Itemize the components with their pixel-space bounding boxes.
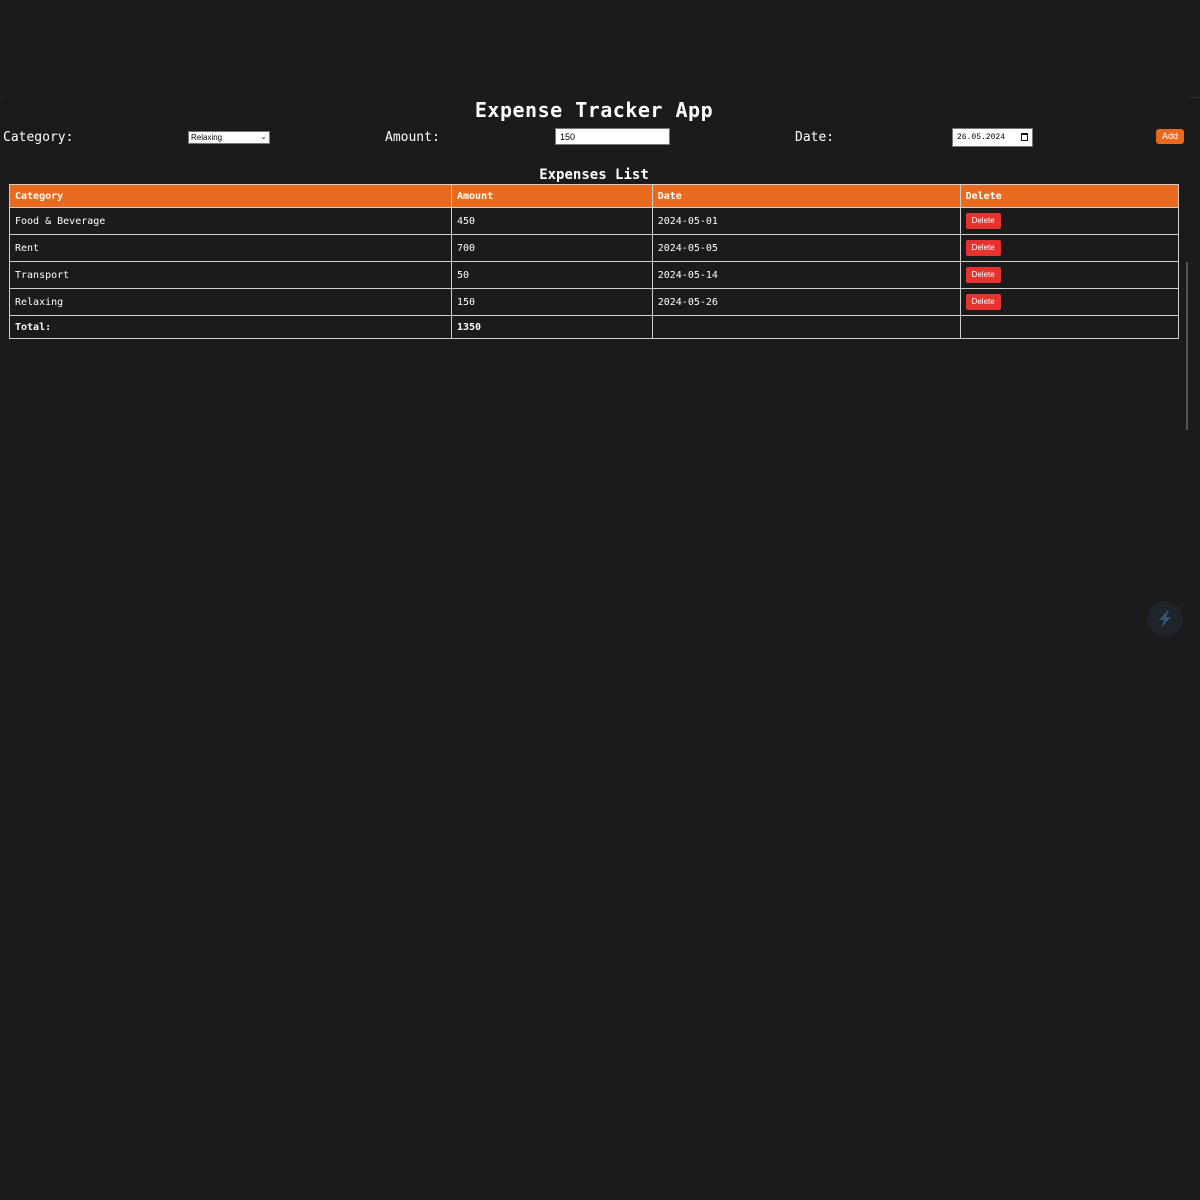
scrollbar[interactable] — [1186, 262, 1188, 430]
row-category: Relaxing — [9, 288, 452, 316]
table-row: Rent 700 2024-05-05 Delete — [9, 234, 1180, 262]
delete-button[interactable]: Delete — [965, 240, 1001, 256]
total-label: Total: — [9, 315, 452, 339]
total-empty-date — [651, 315, 961, 339]
amount-label: Amount: — [385, 130, 440, 145]
delete-button[interactable]: Delete — [965, 267, 1001, 283]
table-row: Relaxing 150 2024-05-26 Delete — [9, 288, 1180, 316]
row-category: Transport — [9, 261, 452, 289]
total-empty-delete — [959, 315, 1180, 339]
row-delete-cell: Delete — [959, 234, 1180, 262]
floating-action-button[interactable] — [1147, 601, 1183, 637]
row-date: 2024-05-01 — [651, 207, 961, 235]
lightning-bolt-icon — [1159, 610, 1171, 628]
expenses-table: Category Amount Date Delete Food & Bever… — [9, 184, 1180, 339]
amount-input[interactable]: 150 — [555, 128, 670, 145]
delete-button[interactable]: Delete — [965, 213, 1001, 229]
row-category: Rent — [9, 234, 452, 262]
add-button[interactable]: Add — [1156, 129, 1184, 144]
header-date: Date — [651, 184, 961, 208]
table-row: Transport 50 2024-05-14 Delete — [9, 261, 1180, 289]
expense-form: Category: Relaxing ⌄ Amount: 150 Date: 2… — [0, 128, 1200, 148]
delete-button[interactable]: Delete — [965, 294, 1001, 310]
page-title: Expense Tracker App — [474, 98, 714, 122]
date-input-value: 26.05.2024 — [957, 133, 1006, 142]
header-category: Category — [9, 184, 452, 208]
total-value: 1350 — [451, 315, 653, 339]
expenses-list-title: Expenses List — [539, 167, 649, 183]
date-input[interactable]: 26.05.2024 — [952, 128, 1033, 147]
category-label: Category: — [3, 130, 74, 145]
row-amount: 50 — [451, 261, 653, 289]
category-select[interactable]: Relaxing ⌄ — [188, 131, 270, 144]
header-delete: Delete — [959, 184, 1180, 208]
total-row: Total: 1350 — [9, 315, 1180, 339]
row-delete-cell: Delete — [959, 261, 1180, 289]
row-category: Food & Beverage — [9, 207, 452, 235]
table-header-row: Category Amount Date Delete — [9, 184, 1180, 208]
row-delete-cell: Delete — [959, 288, 1180, 316]
row-date: 2024-05-05 — [651, 234, 961, 262]
header-amount: Amount — [451, 184, 653, 208]
calendar-icon[interactable] — [1021, 133, 1028, 141]
row-amount: 150 — [451, 288, 653, 316]
date-label: Date: — [795, 130, 835, 145]
category-select-value: Relaxing — [191, 133, 223, 142]
row-date: 2024-05-14 — [651, 261, 961, 289]
row-amount: 450 — [451, 207, 653, 235]
row-date: 2024-05-26 — [651, 288, 961, 316]
chevron-down-icon: ⌄ — [260, 132, 267, 141]
row-delete-cell: Delete — [959, 207, 1180, 235]
table-row: Food & Beverage 450 2024-05-01 Delete — [9, 207, 1180, 235]
row-amount: 700 — [451, 234, 653, 262]
